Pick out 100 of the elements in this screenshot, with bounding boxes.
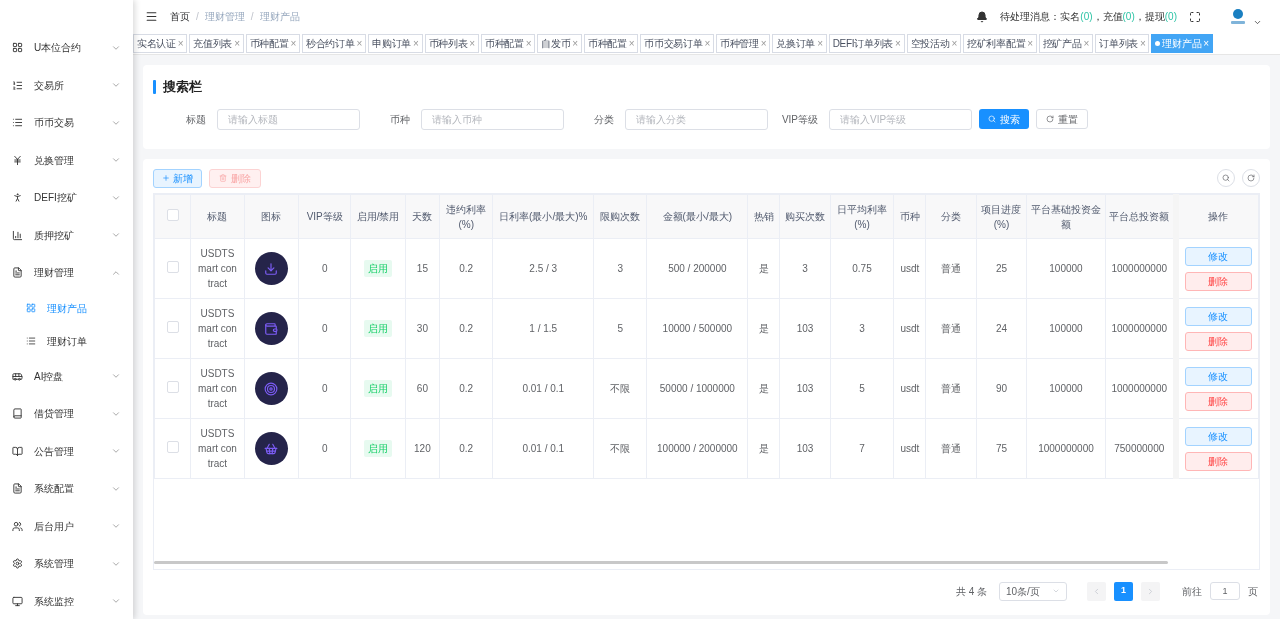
bell-icon[interactable]	[976, 10, 989, 23]
field-label: 标题	[186, 112, 206, 127]
sidebar-item[interactable]: 系统配置	[0, 470, 133, 508]
page-input[interactable]: 1	[1210, 582, 1240, 600]
table-cell: 30	[405, 298, 440, 359]
table-cell: 0.2	[439, 358, 493, 419]
sidebar-item[interactable]: 公告管理	[0, 432, 133, 470]
table-cell: 5	[830, 358, 894, 419]
download-icon	[254, 252, 288, 285]
table-cell: 0.75	[830, 238, 894, 299]
column-header: VIP等级	[298, 194, 351, 239]
sidebar-item[interactable]: 系统监控	[0, 582, 133, 619]
tab-label: 币种配置	[249, 37, 289, 51]
tab[interactable]: 挖矿利率配置 ×	[963, 34, 1037, 53]
table-cell: usdt	[893, 418, 926, 479]
search-icon	[1222, 174, 1230, 182]
field-label: VIP等级	[781, 112, 818, 127]
chevron-left-icon	[1092, 586, 1101, 596]
fullscreen-icon[interactable]	[1189, 10, 1201, 23]
column-header: 标题	[190, 194, 245, 239]
checkbox[interactable]	[166, 208, 179, 221]
sidebar-item[interactable]: 兑换管理	[0, 141, 133, 179]
table-cell: 60	[405, 358, 440, 419]
tab[interactable]: 币种列表 ×	[424, 34, 479, 53]
search-field[interactable]: 请输入分类	[625, 108, 768, 130]
sidebar-item[interactable]: U本位合约	[0, 29, 133, 67]
table-cell: 25	[976, 238, 1027, 299]
table-cell: 是	[747, 298, 780, 359]
table-cell: 120	[405, 418, 440, 479]
tab[interactable]: DEFI订单列表 ×	[828, 34, 905, 53]
tab[interactable]: 秒合约订单 ×	[302, 34, 367, 53]
prev-page-button[interactable]	[1087, 581, 1106, 601]
search-field[interactable]: 请输入标题	[217, 108, 360, 130]
table-cell: 是	[747, 238, 780, 299]
table-cell: 0.2	[439, 418, 493, 479]
table-cell: 5	[593, 298, 647, 359]
total-count: 共 4 条	[955, 584, 987, 599]
breadcrumb-item: 理财产品	[259, 10, 300, 24]
tab[interactable]: 实名认证 ×	[133, 34, 188, 53]
column-header: 币种	[893, 194, 926, 239]
tab[interactable]: 币种配置 ×	[583, 34, 639, 53]
sidebar-item[interactable]: AI控盘	[0, 357, 133, 395]
trash-icon	[219, 174, 227, 182]
page-size-select[interactable]: 10条/页	[999, 581, 1067, 601]
caret-icon	[1052, 587, 1060, 595]
table-cell: 0	[298, 358, 351, 419]
tab-label: 订单列表	[1099, 37, 1138, 51]
tab[interactable]: 空投活动 ×	[906, 34, 961, 53]
table-cell: 是	[747, 418, 780, 479]
tab[interactable]: 币种管理 ×	[716, 34, 771, 53]
breadcrumb-separator: /	[196, 10, 199, 24]
tab[interactable]: 币币交易订单 ×	[640, 34, 714, 53]
table-cell: 普通	[925, 238, 977, 299]
sidebar-item[interactable]: 币币交易	[0, 104, 133, 142]
sidebar-item[interactable]: 后台用户	[0, 507, 133, 545]
tab[interactable]: 订单列表 ×	[1095, 34, 1150, 53]
table-cell: usdt	[893, 358, 926, 419]
chevron-right-icon	[1146, 586, 1155, 596]
field-label: 币种	[390, 112, 410, 127]
status-tag: 启用	[364, 320, 393, 337]
tab-label: 币种配置	[587, 37, 627, 51]
tab[interactable]: 兑换订单 ×	[772, 34, 827, 53]
tab[interactable]: 申购订单 ×	[368, 34, 423, 53]
tab-label: DEFI订单列表	[832, 37, 894, 51]
table-cell: 0.01 / 0.1	[492, 358, 594, 419]
table-cell: USDTSmart contract	[190, 238, 245, 299]
horizontal-scrollbar[interactable]	[154, 561, 1168, 564]
notice-label: 待处理消息：	[1000, 10, 1061, 24]
tab-label: 空投活动	[910, 37, 950, 51]
checkbox[interactable]	[166, 440, 179, 453]
tab[interactable]: 自发币 ×	[537, 34, 582, 53]
search-field[interactable]: 请输入VIP等级	[829, 108, 972, 130]
breadcrumb-item[interactable]: 首页	[170, 9, 190, 24]
table-cell: 普通	[925, 298, 977, 359]
checkbox[interactable]	[166, 260, 179, 273]
column-header: 违约利率(%)	[439, 194, 493, 239]
tab[interactable]: 充值列表 ×	[189, 34, 244, 53]
table-cell: 103	[779, 418, 831, 479]
table-cell: 不限	[593, 418, 647, 479]
table-cell: 10000 / 500000	[647, 298, 748, 359]
sidebar-item[interactable]: 质押挖矿	[0, 216, 133, 254]
next-page-button[interactable]	[1141, 581, 1160, 601]
table-cell: 不限	[593, 358, 647, 419]
sidebar-item[interactable]: DEFI挖矿	[0, 179, 133, 217]
checkbox[interactable]	[166, 380, 179, 393]
tab[interactable]: 币种配置 ×	[480, 34, 536, 53]
sidebar-item[interactable]: 借贷管理	[0, 395, 133, 433]
sidebar-item[interactable]: 理财管理	[0, 254, 133, 292]
tab-label: 兑换订单	[776, 37, 816, 51]
sidebar-item[interactable]: 交易所	[0, 66, 133, 104]
sidebar-subitem[interactable]: 理财订单	[0, 324, 133, 358]
sidebar-item[interactable]: 系统管理	[0, 545, 133, 583]
tab[interactable]: 挖矿产品 ×	[1038, 34, 1094, 53]
column-header: 购买次数	[779, 194, 831, 239]
reset-button[interactable]: 重置	[1036, 109, 1088, 129]
search-field[interactable]: 请输入币种	[421, 108, 564, 130]
tab-label: 秒合约订单	[306, 37, 355, 51]
checkbox[interactable]	[166, 320, 179, 333]
tab[interactable]: 币种配置 ×	[245, 34, 301, 53]
caret-icon[interactable]	[1253, 18, 1262, 27]
